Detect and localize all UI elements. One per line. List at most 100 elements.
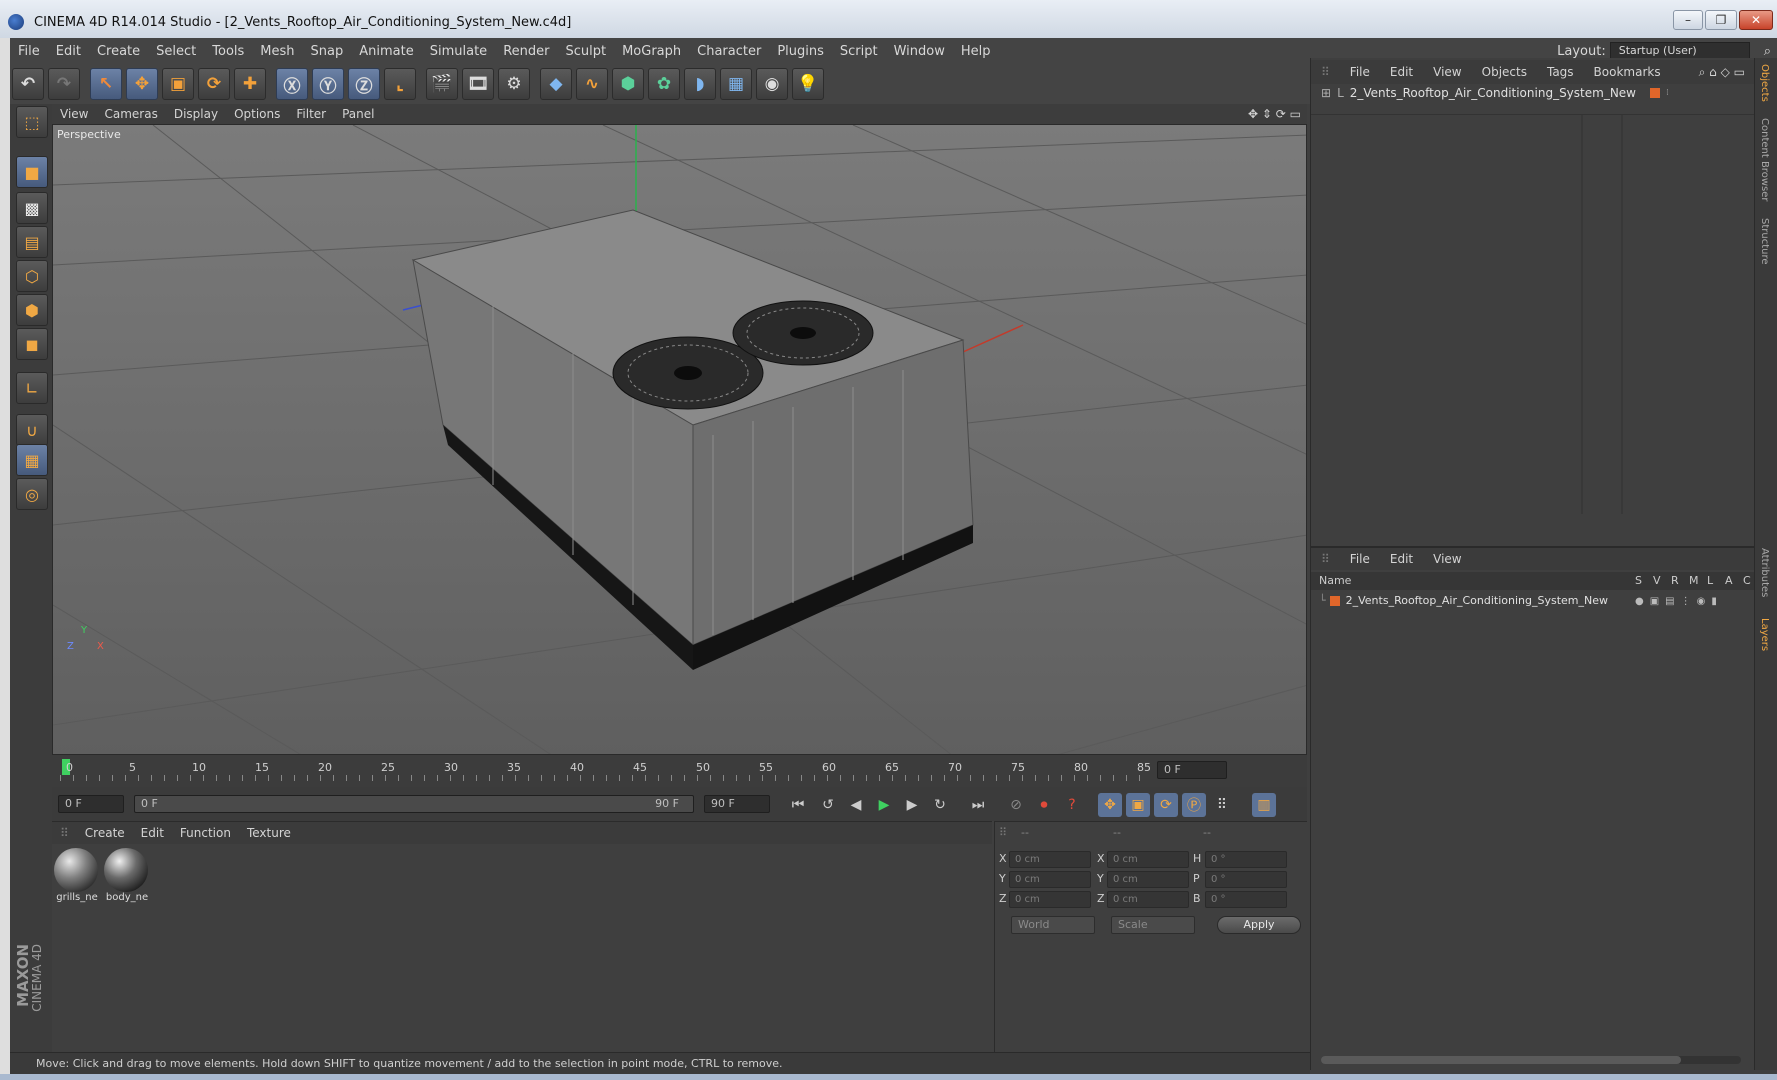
objects-menu-bookmarks[interactable]: Bookmarks xyxy=(1584,65,1671,79)
array-icon[interactable]: ✿ xyxy=(648,68,680,100)
objects-menu-tags[interactable]: Tags xyxy=(1537,65,1584,79)
autokey-icon[interactable]: ⏺ xyxy=(1032,793,1056,817)
layers-col-m[interactable]: M xyxy=(1689,574,1699,587)
viewport-nav-icons[interactable]: ✥ ⇕ ⟳ ▭ xyxy=(1240,107,1307,121)
objects-menu-file[interactable]: File xyxy=(1340,65,1380,79)
nurbs-icon[interactable]: ⬢ xyxy=(612,68,644,100)
position-y-field[interactable]: 0 cm xyxy=(1009,871,1091,888)
layers-col-s[interactable]: S xyxy=(1635,574,1642,587)
go-to-start-icon[interactable]: ⏮ xyxy=(786,793,810,817)
menu-select[interactable]: Select xyxy=(148,44,204,59)
render-view-icon[interactable]: 🎬 xyxy=(426,68,458,100)
layers-col-v[interactable]: V xyxy=(1653,574,1661,587)
make-editable-icon[interactable]: ⬚ xyxy=(16,106,48,138)
menu-mograph[interactable]: MoGraph xyxy=(614,44,689,59)
layer-color-icon[interactable] xyxy=(1329,595,1340,606)
objects-search-icon[interactable]: ⌕ ⌂ ◇ ▭ xyxy=(1689,65,1755,80)
menu-snap[interactable]: Snap xyxy=(303,44,352,59)
menu-window[interactable]: Window xyxy=(886,44,953,59)
polygons-mode-icon[interactable]: ◼ xyxy=(16,328,48,360)
key-rotation-icon[interactable]: ⟳ xyxy=(1154,793,1178,817)
create-tool-icon[interactable]: ✚ xyxy=(234,68,266,100)
layer-name[interactable]: 2_Vents_Rooftop_Air_Conditioning_System_… xyxy=(1346,594,1608,607)
model-mode-icon[interactable]: ■ xyxy=(16,156,48,188)
undo-icon[interactable]: ↶ xyxy=(12,68,44,100)
tab-content-browser[interactable]: Content Browser xyxy=(1759,118,1770,201)
objects-menu-view[interactable]: View xyxy=(1423,65,1471,79)
material-swatch[interactable]: grills_ne xyxy=(54,848,100,910)
viewport-menu-panel[interactable]: Panel xyxy=(334,107,382,121)
material-swatch[interactable]: body_ne xyxy=(104,848,150,910)
redo-icon[interactable]: ↷ xyxy=(48,68,80,100)
viewport-menu-options[interactable]: Options xyxy=(226,107,288,121)
apply-button[interactable]: Apply xyxy=(1217,916,1301,934)
layers-col-name[interactable]: Name xyxy=(1319,574,1351,587)
viewport-menu-cameras[interactable]: Cameras xyxy=(96,107,165,121)
3d-viewport[interactable]: Perspective Y Z X xyxy=(52,124,1307,755)
key-parameter-icon[interactable]: Ⓟ xyxy=(1182,793,1206,817)
menu-file[interactable]: File xyxy=(10,44,48,59)
object-tree-row[interactable]: ⊞ L 2_Vents_Rooftop_Air_Conditioning_Sys… xyxy=(1321,86,1669,100)
scrollbar-thumb[interactable] xyxy=(1321,1056,1681,1064)
end-frame-field[interactable]: 90 F xyxy=(704,795,770,813)
menu-mesh[interactable]: Mesh xyxy=(252,44,302,59)
menu-tools[interactable]: Tools xyxy=(204,44,252,59)
layers-menu-edit[interactable]: Edit xyxy=(1380,552,1423,566)
viewport-menu-display[interactable]: Display xyxy=(166,107,226,121)
layer-flags-icons[interactable]: ●▣▤⋮◉▮ xyxy=(1635,596,1723,607)
layers-col-c[interactable]: C xyxy=(1743,574,1751,587)
size-x-field[interactable]: 0 cm xyxy=(1107,851,1189,868)
expand-icon[interactable]: ⊞ xyxy=(1321,86,1331,100)
current-frame-field[interactable]: 0 F xyxy=(1157,761,1227,779)
go-to-next-key-icon[interactable]: ↻ xyxy=(928,793,952,817)
viewport-menu-view[interactable]: View xyxy=(52,107,96,121)
coordinate-system-icon[interactable]: ⌞ xyxy=(384,68,416,100)
key-position-icon[interactable]: ✥ xyxy=(1098,793,1122,817)
position-z-field[interactable]: 0 cm xyxy=(1009,891,1091,908)
material-menu-edit[interactable]: Edit xyxy=(133,826,172,840)
objects-menu-edit[interactable]: Edit xyxy=(1380,65,1423,79)
size-z-field[interactable]: 0 cm xyxy=(1107,891,1189,908)
material-menu-function[interactable]: Function xyxy=(172,826,239,840)
size-y-field[interactable]: 0 cm xyxy=(1107,871,1189,888)
y-axis-icon[interactable]: Ⓨ xyxy=(312,68,344,100)
visibility-dots-icon[interactable]: ⁞ xyxy=(1666,88,1669,98)
scale-dropdown[interactable]: Scale xyxy=(1111,916,1195,934)
previous-frame-icon[interactable]: ◀ xyxy=(844,793,868,817)
live-selection-icon[interactable]: ↖ xyxy=(90,68,122,100)
scale-icon[interactable]: ▣ xyxy=(162,68,194,100)
rotate-icon[interactable]: ⟳ xyxy=(198,68,230,100)
camera-icon[interactable]: ◉ xyxy=(756,68,788,100)
menu-character[interactable]: Character xyxy=(689,44,769,59)
soft-selection-icon[interactable]: ◎ xyxy=(16,478,48,510)
layers-menu-view[interactable]: View xyxy=(1423,552,1471,566)
search-icon[interactable]: ⌕ xyxy=(1758,44,1777,59)
viewport-menu-filter[interactable]: Filter xyxy=(288,107,334,121)
layers-col-l[interactable]: L xyxy=(1707,574,1713,587)
texture-mode-icon[interactable]: ▩ xyxy=(16,192,48,224)
menu-animate[interactable]: Animate xyxy=(351,44,421,59)
key-scale-icon[interactable]: ▣ xyxy=(1126,793,1150,817)
world-dropdown[interactable]: World xyxy=(1011,916,1095,934)
close-button[interactable]: ✕ xyxy=(1739,10,1773,30)
points-mode-icon[interactable]: ⬡ xyxy=(16,260,48,292)
light-icon[interactable]: 💡 xyxy=(792,68,824,100)
edges-mode-icon[interactable]: ⬢ xyxy=(16,294,48,326)
objects-menu-objects[interactable]: Objects xyxy=(1472,65,1537,79)
deformer-icon[interactable]: ◗ xyxy=(684,68,716,100)
layers-col-a[interactable]: A xyxy=(1725,574,1733,587)
x-axis-icon[interactable]: Ⓧ xyxy=(276,68,308,100)
magnet-icon[interactable]: ∪ xyxy=(16,414,48,446)
menu-sculpt[interactable]: Sculpt xyxy=(557,44,614,59)
move-icon[interactable]: ✥ xyxy=(126,68,158,100)
maximize-button[interactable]: ❐ xyxy=(1705,10,1737,30)
axis-mode-icon[interactable]: ∟ xyxy=(16,372,48,404)
rotation-h-field[interactable]: 0 ° xyxy=(1205,851,1287,868)
material-menu-texture[interactable]: Texture xyxy=(239,826,299,840)
frame-range-slider[interactable]: 0 F 90 F xyxy=(134,795,694,813)
menu-create[interactable]: Create xyxy=(89,44,148,59)
z-axis-icon[interactable]: Ⓩ xyxy=(348,68,380,100)
menu-script[interactable]: Script xyxy=(832,44,886,59)
record-keys-icon[interactable]: ⊘ xyxy=(1004,793,1028,817)
workplane-lock-icon[interactable]: ▦ xyxy=(16,444,48,476)
